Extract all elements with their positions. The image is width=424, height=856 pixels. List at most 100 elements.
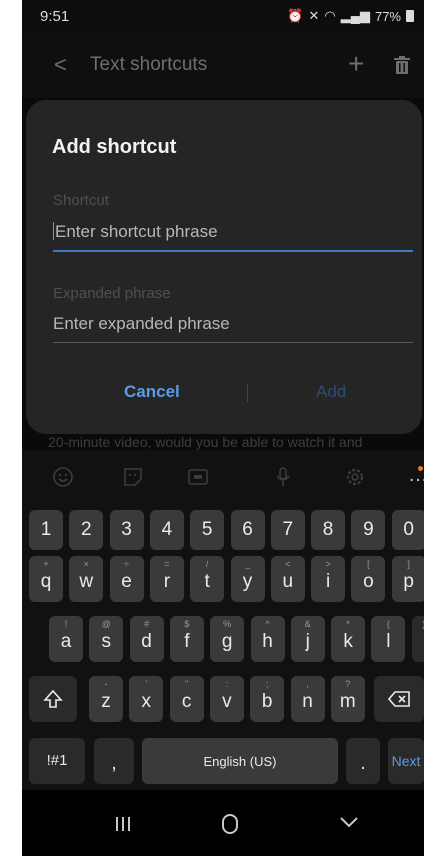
- trash-icon[interactable]: [394, 56, 410, 74]
- status-bar: 9:51 ⏰ ✕ ◠ ▂▄▆ 77%: [22, 0, 424, 34]
- key-f[interactable]: $ f: [169, 616, 204, 662]
- keyboard-toolbar: …: [22, 450, 424, 504]
- key-z[interactable]: -z: [89, 676, 123, 722]
- key-o[interactable]: [o: [351, 556, 386, 602]
- key-secondary-label: /: [205, 559, 209, 569]
- app-bar: < Text shortcuts +: [22, 34, 424, 98]
- key-2[interactable]: 2: [69, 510, 104, 550]
- key-6[interactable]: 6: [230, 510, 265, 550]
- key-7[interactable]: 7: [270, 510, 305, 550]
- sticker-icon[interactable]: [122, 466, 144, 488]
- key-secondary-label: ×: [83, 559, 89, 569]
- backspace-key[interactable]: [374, 676, 424, 722]
- key-x[interactable]: ' x: [129, 676, 164, 722]
- key-label: 9: [363, 519, 374, 540]
- key-secondary-label: *: [346, 619, 350, 629]
- space-key[interactable]: English (US): [142, 738, 338, 784]
- shift-key[interactable]: [29, 676, 77, 722]
- key-label: 2: [81, 519, 92, 540]
- key-y[interactable]: _ y: [230, 556, 265, 602]
- key-label: t: [204, 571, 210, 592]
- key-label: o: [363, 571, 374, 592]
- key-k[interactable]: * k: [331, 616, 366, 662]
- cancel-button[interactable]: Cancel: [124, 382, 180, 402]
- key-3[interactable]: 3: [109, 510, 144, 550]
- key-label: 3: [121, 519, 132, 540]
- key-d[interactable]: # d: [129, 616, 164, 662]
- period-key[interactable]: .: [346, 738, 380, 784]
- nav-back-icon[interactable]: [340, 816, 358, 828]
- key-label: j: [305, 631, 310, 652]
- key-1[interactable]: 1: [29, 510, 63, 550]
- comma-key[interactable]: ,: [94, 738, 134, 784]
- key-l[interactable]: (l: [371, 616, 406, 662]
- key-a[interactable]: ! a: [49, 616, 83, 662]
- key-secondary-label: >: [325, 559, 331, 569]
- key-s[interactable]: @ s: [89, 616, 124, 662]
- key-v[interactable]: :v: [209, 676, 244, 722]
- key-w[interactable]: × w: [69, 556, 104, 602]
- key-i[interactable]: > i: [311, 556, 346, 602]
- shortcut-input[interactable]: Enter shortcut phrase: [53, 222, 413, 242]
- key-g[interactable]: % g: [210, 616, 245, 662]
- key-j[interactable]: & j: [290, 616, 325, 662]
- key-4[interactable]: 4: [149, 510, 184, 550]
- key-5[interactable]: 5: [190, 510, 225, 550]
- key-e[interactable]: ÷ e: [109, 556, 144, 602]
- next-key[interactable]: Next: [388, 738, 424, 784]
- alarm-icon: ⏰: [287, 8, 304, 23]
- key-secondary-label: ,: [306, 679, 309, 689]
- add-icon[interactable]: +: [348, 48, 364, 80]
- recent-apps-icon[interactable]: [115, 816, 131, 832]
- settings-gear-icon[interactable]: [344, 466, 366, 488]
- home-icon[interactable]: [222, 814, 238, 834]
- key-label: ,: [111, 753, 117, 774]
- key-label: v: [222, 691, 232, 712]
- button-divider: [247, 384, 248, 402]
- key-label: 0: [403, 519, 414, 540]
- key-t[interactable]: / t: [190, 556, 225, 602]
- key-u[interactable]: < u: [270, 556, 305, 602]
- key-r[interactable]: = r: [149, 556, 184, 602]
- key-n[interactable]: ,n: [290, 676, 325, 722]
- key-8[interactable]: 8: [311, 510, 346, 550]
- key-secondary-label: (: [386, 619, 390, 629]
- gif-icon[interactable]: [187, 466, 209, 488]
- key-label: a: [60, 631, 72, 652]
- key-label: z: [101, 691, 111, 712]
- key-label: 8: [322, 519, 334, 540]
- page-title: Text shortcuts: [90, 54, 208, 75]
- key-p[interactable]: ] p: [391, 556, 424, 602]
- key-b[interactable]: ; b: [250, 676, 285, 722]
- key-m[interactable]: ? m: [330, 676, 365, 722]
- key-9[interactable]: 9: [351, 510, 386, 550]
- key-label: c: [181, 691, 192, 712]
- battery-icon: [406, 10, 414, 22]
- add-shortcut-dialog: Add shortcut Shortcut Enter shortcut phr…: [26, 100, 422, 434]
- key-q[interactable]: + q: [29, 556, 63, 602]
- microphone-icon[interactable]: [272, 466, 294, 488]
- key-label: q: [40, 571, 52, 592]
- key-paren-edge[interactable]: ): [411, 616, 424, 662]
- expanded-phrase-placeholder: Enter expanded phrase: [53, 314, 230, 333]
- key-c[interactable]: " c: [169, 676, 204, 722]
- key-0[interactable]: 0: [391, 510, 424, 550]
- key-label: m: [339, 691, 356, 712]
- key-label: English (US): [203, 754, 277, 769]
- wifi-icon: ◠: [324, 8, 336, 23]
- backspace-icon: [388, 691, 410, 707]
- key-label: 4: [161, 519, 173, 540]
- key-h[interactable]: ^ h: [250, 616, 285, 662]
- symbols-key[interactable]: !#1: [29, 738, 85, 784]
- key-secondary-label: ;: [265, 679, 269, 689]
- key-secondary-label: ]: [407, 559, 410, 569]
- shortcut-placeholder: Enter shortcut phrase: [55, 222, 218, 241]
- back-arrow-icon[interactable]: <: [54, 52, 67, 78]
- key-label: 7: [282, 519, 294, 540]
- emoji-icon[interactable]: [52, 466, 74, 488]
- keyboard: … 1234567890+q×w÷e=r/t_y<u>i[o]p!a@s#d$f…: [22, 450, 424, 790]
- add-button[interactable]: Add: [316, 382, 346, 402]
- expanded-phrase-input[interactable]: Enter expanded phrase: [53, 314, 413, 334]
- key-secondary-label: $: [184, 619, 190, 629]
- shift-icon: [43, 689, 63, 708]
